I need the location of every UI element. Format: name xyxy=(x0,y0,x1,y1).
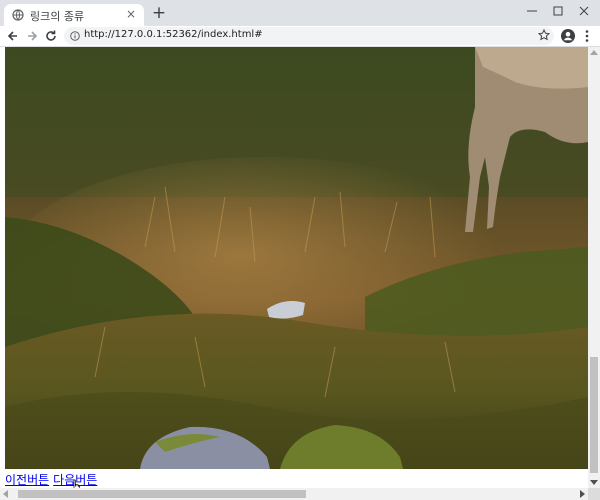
tab-title: 링크의 종류 xyxy=(30,10,85,23)
vertical-scrollbar[interactable] xyxy=(588,47,600,488)
minimize-icon xyxy=(527,10,537,12)
info-icon[interactable] xyxy=(70,31,80,41)
bookmark-star-icon[interactable] xyxy=(538,29,550,41)
close-icon xyxy=(579,6,589,16)
page-viewport: 이전버튼다음버튼 xyxy=(0,47,588,488)
horizontal-scroll-thumb[interactable] xyxy=(18,490,306,498)
scroll-right-icon[interactable] xyxy=(580,490,586,498)
browser-titlebar: 링크의 종류 × + xyxy=(0,0,600,26)
close-window-button[interactable] xyxy=(572,2,596,20)
reload-icon xyxy=(46,30,56,41)
scrollbar-corner xyxy=(588,488,600,500)
reload-button[interactable] xyxy=(42,27,60,45)
new-tab-button[interactable]: + xyxy=(150,4,168,22)
arrow-left-icon xyxy=(7,31,17,41)
back-button[interactable] xyxy=(4,27,22,45)
scroll-down-icon[interactable] xyxy=(590,480,598,486)
grassland-deer-photo xyxy=(5,47,588,469)
minimize-button[interactable] xyxy=(520,2,544,20)
profile-avatar-icon[interactable] xyxy=(560,28,576,44)
url-text[interactable]: http://127.0.0.1:52362/index.html# xyxy=(84,29,263,40)
maximize-icon xyxy=(553,6,563,16)
browser-toolbar: http://127.0.0.1:52362/index.html# xyxy=(0,26,600,47)
scroll-up-icon[interactable] xyxy=(590,49,598,55)
horizontal-scrollbar[interactable] xyxy=(0,488,588,500)
globe-icon xyxy=(12,9,24,21)
pagination-links: 이전버튼다음버튼 xyxy=(5,471,97,488)
scroll-left-icon[interactable] xyxy=(2,490,8,498)
close-tab-icon[interactable]: × xyxy=(124,7,138,21)
address-bar[interactable]: http://127.0.0.1:52362/index.html# xyxy=(64,27,554,45)
hand-cursor-icon xyxy=(71,479,81,488)
previous-link[interactable]: 이전버튼 xyxy=(5,473,49,487)
vertical-scroll-thumb[interactable] xyxy=(590,357,598,473)
arrow-right-icon xyxy=(28,31,38,41)
browser-tab[interactable]: 링크의 종류 × xyxy=(4,4,144,26)
forward-button[interactable] xyxy=(23,27,41,45)
maximize-button[interactable] xyxy=(546,2,570,20)
menu-kebab-icon[interactable] xyxy=(579,28,595,44)
